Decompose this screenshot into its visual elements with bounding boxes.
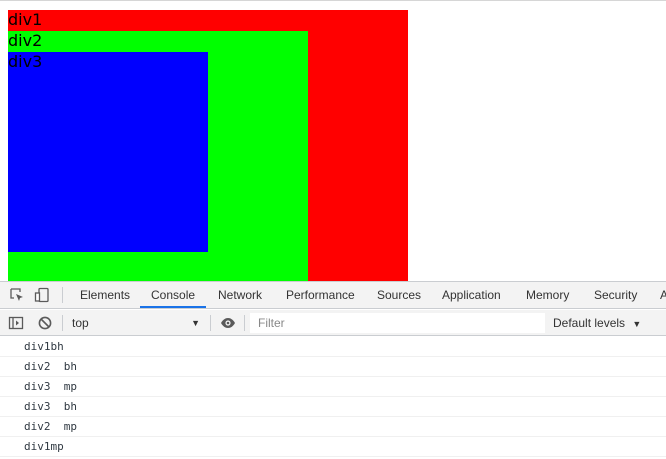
toolbar-divider: [210, 315, 211, 331]
clear-console-icon[interactable]: [37, 315, 53, 331]
tab-memory[interactable]: Memory: [526, 282, 569, 309]
div1-box[interactable]: div1 div2 div3: [8, 10, 408, 281]
dropdown-arrow-icon: ▼: [632, 319, 642, 329]
inspect-element-icon[interactable]: [9, 287, 25, 303]
tab-security[interactable]: Security: [594, 282, 637, 309]
tab-audits-partial[interactable]: A: [660, 282, 666, 309]
div2-box[interactable]: div2 div3: [8, 31, 308, 281]
dropdown-arrow-icon: ▼: [191, 318, 200, 328]
eye-icon[interactable]: [220, 315, 236, 331]
div1-label: div1: [8, 10, 43, 29]
devtools-tab-bar: Elements Console Network Performance Sou…: [0, 282, 666, 309]
devtools-panel: Elements Console Network Performance Sou…: [0, 281, 666, 459]
filter-input[interactable]: Filter: [250, 313, 545, 333]
tab-performance[interactable]: Performance: [286, 282, 355, 309]
default-levels-dropdown[interactable]: Default levels ▼: [553, 313, 641, 333]
tab-network[interactable]: Network: [218, 282, 262, 309]
default-levels-label: Default levels: [553, 316, 626, 330]
context-selector[interactable]: top ▼: [64, 313, 206, 333]
context-selector-value: top: [72, 316, 89, 330]
div3-label: div3: [8, 52, 43, 71]
console-message: div3 mp: [0, 377, 666, 397]
tab-application[interactable]: Application: [442, 282, 501, 309]
tab-sources[interactable]: Sources: [377, 282, 421, 309]
tab-elements[interactable]: Elements: [80, 282, 130, 309]
div2-label: div2: [8, 31, 43, 50]
device-toolbar-icon[interactable]: [34, 287, 50, 303]
div3-box[interactable]: div3: [8, 52, 208, 252]
console-message: div2 bh: [0, 357, 666, 377]
page-viewport: div1 div2 div3: [0, 0, 666, 281]
tab-console[interactable]: Console: [140, 282, 207, 308]
console-message: div3 bh: [0, 397, 666, 417]
console-message: div2 mp: [0, 417, 666, 437]
toolbar-divider: [62, 287, 63, 303]
toolbar-divider: [244, 315, 245, 331]
console-toolbar: top ▼ Filter Default levels ▼: [0, 310, 666, 336]
toolbar-divider: [62, 315, 63, 331]
console-message: div1bh: [0, 337, 666, 357]
console-output: div1bh div2 bh div3 mp div3 bh div2 mp d…: [0, 337, 666, 457]
console-message: div1mp: [0, 437, 666, 457]
show-sidebar-icon[interactable]: [8, 315, 24, 331]
